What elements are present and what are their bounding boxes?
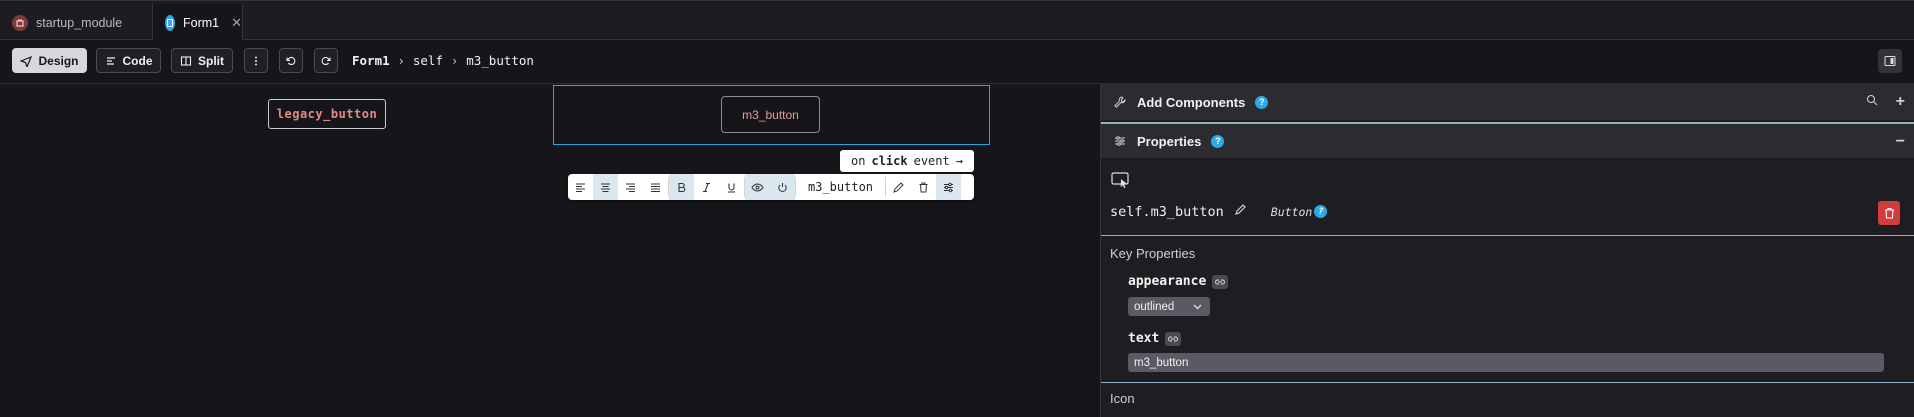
align-left-icon[interactable] (568, 174, 593, 200)
icon-section-title: Icon (1110, 391, 1135, 406)
cursor-select-icon[interactable] (1111, 172, 1131, 195)
code-label: Code (122, 53, 153, 68)
split-label: Split (198, 53, 224, 68)
component-type: Button ? (1271, 205, 1328, 219)
text-label: text (1128, 331, 1182, 346)
wrench-icon (1114, 96, 1126, 108)
split-button[interactable]: Split (171, 48, 233, 73)
link-icon[interactable] (1165, 331, 1182, 346)
component-name: self.m3_button (1110, 203, 1224, 220)
onclick-keyword: click (871, 154, 908, 168)
section-divider (1101, 235, 1914, 236)
align-justify-icon[interactable] (643, 174, 668, 200)
help-icon[interactable]: ? (1314, 205, 1328, 218)
send-icon (20, 55, 33, 67)
breadcrumb: Form1 › self › m3_button (352, 48, 534, 73)
sliders-icon (1115, 136, 1125, 146)
onclick-event-link[interactable]: on click event → (840, 150, 974, 172)
italic-icon[interactable] (694, 174, 719, 200)
appearance-label: appearance (1128, 274, 1229, 289)
add-components-header[interactable]: Add Components ? + (1101, 84, 1914, 120)
tab-label: startup_module (36, 15, 123, 30)
trash-icon[interactable] (911, 174, 936, 200)
property-label: appearance (1128, 274, 1207, 289)
m3-button[interactable]: m3_button (721, 96, 820, 133)
redo-button[interactable] (314, 48, 338, 73)
tab-form1[interactable]: Form1 ✕ (152, 4, 243, 42)
align-right-icon[interactable] (618, 174, 643, 200)
settings-sliders-icon[interactable] (936, 174, 962, 200)
breadcrumb-item-form[interactable]: Form1 (352, 53, 390, 68)
delete-component-button[interactable] (1878, 201, 1900, 225)
sidebar-icon (1884, 56, 1896, 66)
section-divider (1101, 382, 1914, 383)
code-button[interactable]: Code (96, 48, 161, 73)
chevron-down-icon (1193, 301, 1202, 313)
undo-icon (286, 56, 296, 65)
editor-toolbar: Design Code Split Form1 › self › m3_butt… (0, 40, 1914, 84)
legacy-button[interactable]: legacy_button (268, 99, 386, 129)
form-icon (165, 15, 175, 31)
breadcrumb-item-self[interactable]: self (413, 53, 443, 68)
more-button[interactable] (244, 48, 268, 73)
lines-icon (106, 56, 115, 65)
add-components-title: Add Components (1137, 94, 1246, 110)
tab-startup-module[interactable]: startup_module (0, 4, 150, 41)
close-icon[interactable]: ✕ (231, 15, 242, 31)
power-icon[interactable] (770, 174, 795, 200)
underline-icon[interactable] (719, 174, 744, 200)
split-icon (180, 55, 192, 66)
onclick-prefix: on (851, 154, 866, 168)
pencil-icon[interactable] (886, 174, 911, 200)
floating-toolbar: m3_button (568, 174, 974, 200)
design-canvas[interactable]: legacy_button m3_button on click event → (0, 84, 1100, 417)
help-icon[interactable]: ? (1255, 95, 1269, 109)
undo-button[interactable] (279, 48, 303, 73)
properties-header[interactable]: Properties ? − (1101, 122, 1914, 158)
pencil-icon[interactable] (1234, 203, 1247, 220)
chevron-right-icon: › (397, 53, 405, 68)
text-input[interactable]: m3_button (1128, 353, 1884, 372)
tab-label: Form1 (183, 16, 220, 30)
app-window: startup_module Form1 ✕ Design Code Split (0, 0, 1914, 417)
design-button[interactable]: Design (12, 48, 87, 73)
trash-icon (1884, 207, 1894, 219)
appearance-select[interactable]: outlined (1128, 297, 1210, 316)
link-icon[interactable] (1212, 274, 1229, 289)
redo-icon (321, 56, 331, 65)
properties-panel: Add Components ? + Properties ? − self.m… (1100, 84, 1914, 417)
key-properties-title: Key Properties (1110, 246, 1196, 261)
component-type-label: Button (1270, 204, 1313, 219)
arrow-right-icon: → (955, 154, 963, 168)
bold-icon[interactable] (669, 174, 694, 200)
properties-title: Properties (1137, 133, 1202, 149)
visibility-eye-icon[interactable] (745, 174, 770, 200)
align-center-icon[interactable] (593, 174, 618, 200)
module-icon (12, 14, 28, 31)
onclick-suffix: event (913, 154, 950, 168)
design-label: Design (38, 53, 79, 68)
panel-toggle-button[interactable] (1878, 49, 1902, 73)
more-vertical-icon (255, 56, 257, 65)
chevron-right-icon: › (450, 53, 459, 68)
plus-icon[interactable]: + (1896, 93, 1905, 111)
select-value: outlined (1134, 300, 1175, 313)
collapse-minus-icon[interactable]: − (1896, 133, 1905, 151)
help-icon[interactable]: ? (1211, 134, 1225, 148)
component-name-label: m3_button (808, 180, 874, 194)
search-icon[interactable] (1866, 93, 1878, 111)
tab-bar: startup_module Form1 ✕ (0, 0, 1914, 42)
component-name-row: self.m3_button Button ? (1110, 203, 1328, 220)
property-label: text (1128, 331, 1160, 346)
breadcrumb-item-component[interactable]: m3_button (466, 53, 534, 68)
